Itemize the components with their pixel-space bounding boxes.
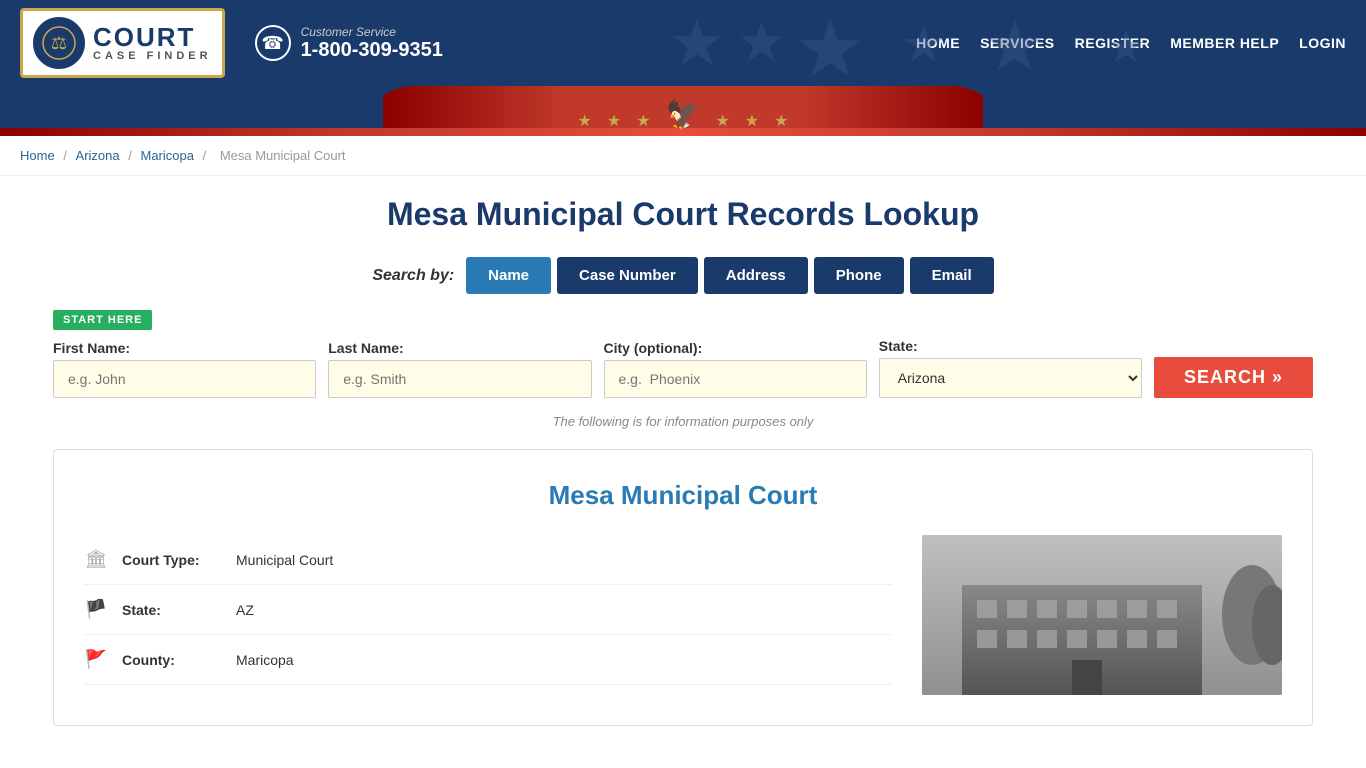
logo-area: ⚖ COURT CASE FINDER ☎ Customer Service 1… xyxy=(20,8,443,78)
breadcrumb-sep-3: / xyxy=(203,148,210,163)
nav-services[interactable]: SERVICES xyxy=(980,35,1055,51)
nav-register[interactable]: REGISTER xyxy=(1075,35,1151,51)
breadcrumb: Home / Arizona / Maricopa / Mesa Municip… xyxy=(0,136,1366,176)
court-type-value: Municipal Court xyxy=(236,552,333,568)
court-type-row: 🏛 Court Type: Municipal Court xyxy=(84,535,892,585)
court-type-label: Court Type: xyxy=(122,552,222,568)
search-form: First Name: Last Name: City (optional): … xyxy=(53,338,1313,398)
breadcrumb-sep-1: / xyxy=(63,148,70,163)
tab-phone[interactable]: Phone xyxy=(814,257,904,294)
logo-court-label: COURT xyxy=(93,24,195,50)
tab-name[interactable]: Name xyxy=(466,257,551,294)
search-by-label: Search by: xyxy=(372,267,454,285)
star-right-1: ★ xyxy=(715,111,729,131)
ribbon-container: ★ ★ ★ 🦅 ★ ★ ★ xyxy=(0,86,1366,136)
search-by-row: Search by: Name Case Number Address Phon… xyxy=(53,257,1313,294)
logo-link[interactable]: ⚖ COURT CASE FINDER xyxy=(20,8,225,78)
city-input[interactable] xyxy=(604,360,867,398)
court-card: Mesa Municipal Court 🏛 Court Type: Munic… xyxy=(53,449,1313,726)
last-name-group: Last Name: xyxy=(328,340,591,398)
customer-service: ☎ Customer Service 1-800-309-9351 xyxy=(255,25,443,62)
state-group: State: Arizona AlabamaAlaskaArkansas Cal… xyxy=(879,338,1142,398)
cs-label: Customer Service xyxy=(301,25,443,39)
nav-home[interactable]: HOME xyxy=(916,35,960,51)
court-card-title: Mesa Municipal Court xyxy=(84,480,1282,511)
site-header: ★ ★ ★ ★ ★ ★ ⚖ COURT CASE FINDER ☎ xyxy=(0,0,1366,136)
state-label: State: xyxy=(879,338,1142,354)
logo-case-finder-label: CASE FINDER xyxy=(93,50,212,62)
star-right-3: ★ xyxy=(774,111,788,131)
info-note: The following is for information purpose… xyxy=(53,414,1313,429)
first-name-group: First Name: xyxy=(53,340,316,398)
building-svg xyxy=(922,535,1282,695)
emblem-icon: ⚖ xyxy=(41,25,77,61)
cs-phone: 1-800-309-9351 xyxy=(301,39,443,62)
first-name-input[interactable] xyxy=(53,360,316,398)
svg-text:⚖: ⚖ xyxy=(51,33,67,53)
eagle-area: ★ ★ ★ 🦅 ★ ★ ★ xyxy=(578,98,789,136)
nav-member-help[interactable]: MEMBER HELP xyxy=(1170,35,1279,51)
breadcrumb-arizona[interactable]: Arizona xyxy=(76,148,120,163)
logo-text: COURT CASE FINDER xyxy=(93,24,212,62)
main-nav: HOME SERVICES REGISTER MEMBER HELP LOGIN xyxy=(916,35,1346,51)
tab-email[interactable]: Email xyxy=(910,257,994,294)
last-name-label: Last Name: xyxy=(328,340,591,356)
state-row: 🏴 State: AZ xyxy=(84,585,892,635)
star-left-1: ★ xyxy=(636,111,650,131)
county-value: Maricopa xyxy=(236,652,294,668)
city-group: City (optional): xyxy=(604,340,867,398)
breadcrumb-sep-2: / xyxy=(128,148,135,163)
cs-text: Customer Service 1-800-309-9351 xyxy=(301,25,443,62)
county-icon: 🚩 xyxy=(84,649,108,670)
state-detail-label: State: xyxy=(122,602,222,618)
court-type-icon: 🏛 xyxy=(84,549,108,570)
phone-icon: ☎ xyxy=(255,25,291,61)
tab-address[interactable]: Address xyxy=(704,257,808,294)
main-content: Mesa Municipal Court Records Lookup Sear… xyxy=(33,176,1333,746)
court-details: 🏛 Court Type: Municipal Court 🏴 State: A… xyxy=(84,535,892,685)
breadcrumb-home[interactable]: Home xyxy=(20,148,55,163)
court-info-row: 🏛 Court Type: Municipal Court 🏴 State: A… xyxy=(84,535,1282,695)
state-select[interactable]: Arizona AlabamaAlaskaArkansas California… xyxy=(879,358,1142,398)
search-button[interactable]: SEARCH » xyxy=(1154,357,1313,398)
state-detail-value: AZ xyxy=(236,602,254,618)
logo-emblem: ⚖ xyxy=(33,17,85,69)
court-building-image xyxy=(922,535,1282,695)
first-name-label: First Name: xyxy=(53,340,316,356)
breadcrumb-maricopa[interactable]: Maricopa xyxy=(140,148,193,163)
star-left-3: ★ xyxy=(578,111,592,131)
breadcrumb-current: Mesa Municipal Court xyxy=(220,148,346,163)
county-row: 🚩 County: Maricopa xyxy=(84,635,892,685)
eagle-icon: 🦅 xyxy=(666,98,701,131)
start-here-badge: START HERE xyxy=(53,310,152,330)
last-name-input[interactable] xyxy=(328,360,591,398)
page-title: Mesa Municipal Court Records Lookup xyxy=(53,196,1313,233)
city-label: City (optional): xyxy=(604,340,867,356)
star-left-2: ★ xyxy=(607,111,621,131)
nav-login[interactable]: LOGIN xyxy=(1299,35,1346,51)
state-icon: 🏴 xyxy=(84,599,108,620)
star-right-2: ★ xyxy=(745,111,759,131)
county-label: County: xyxy=(122,652,222,668)
tab-case-number[interactable]: Case Number xyxy=(557,257,698,294)
